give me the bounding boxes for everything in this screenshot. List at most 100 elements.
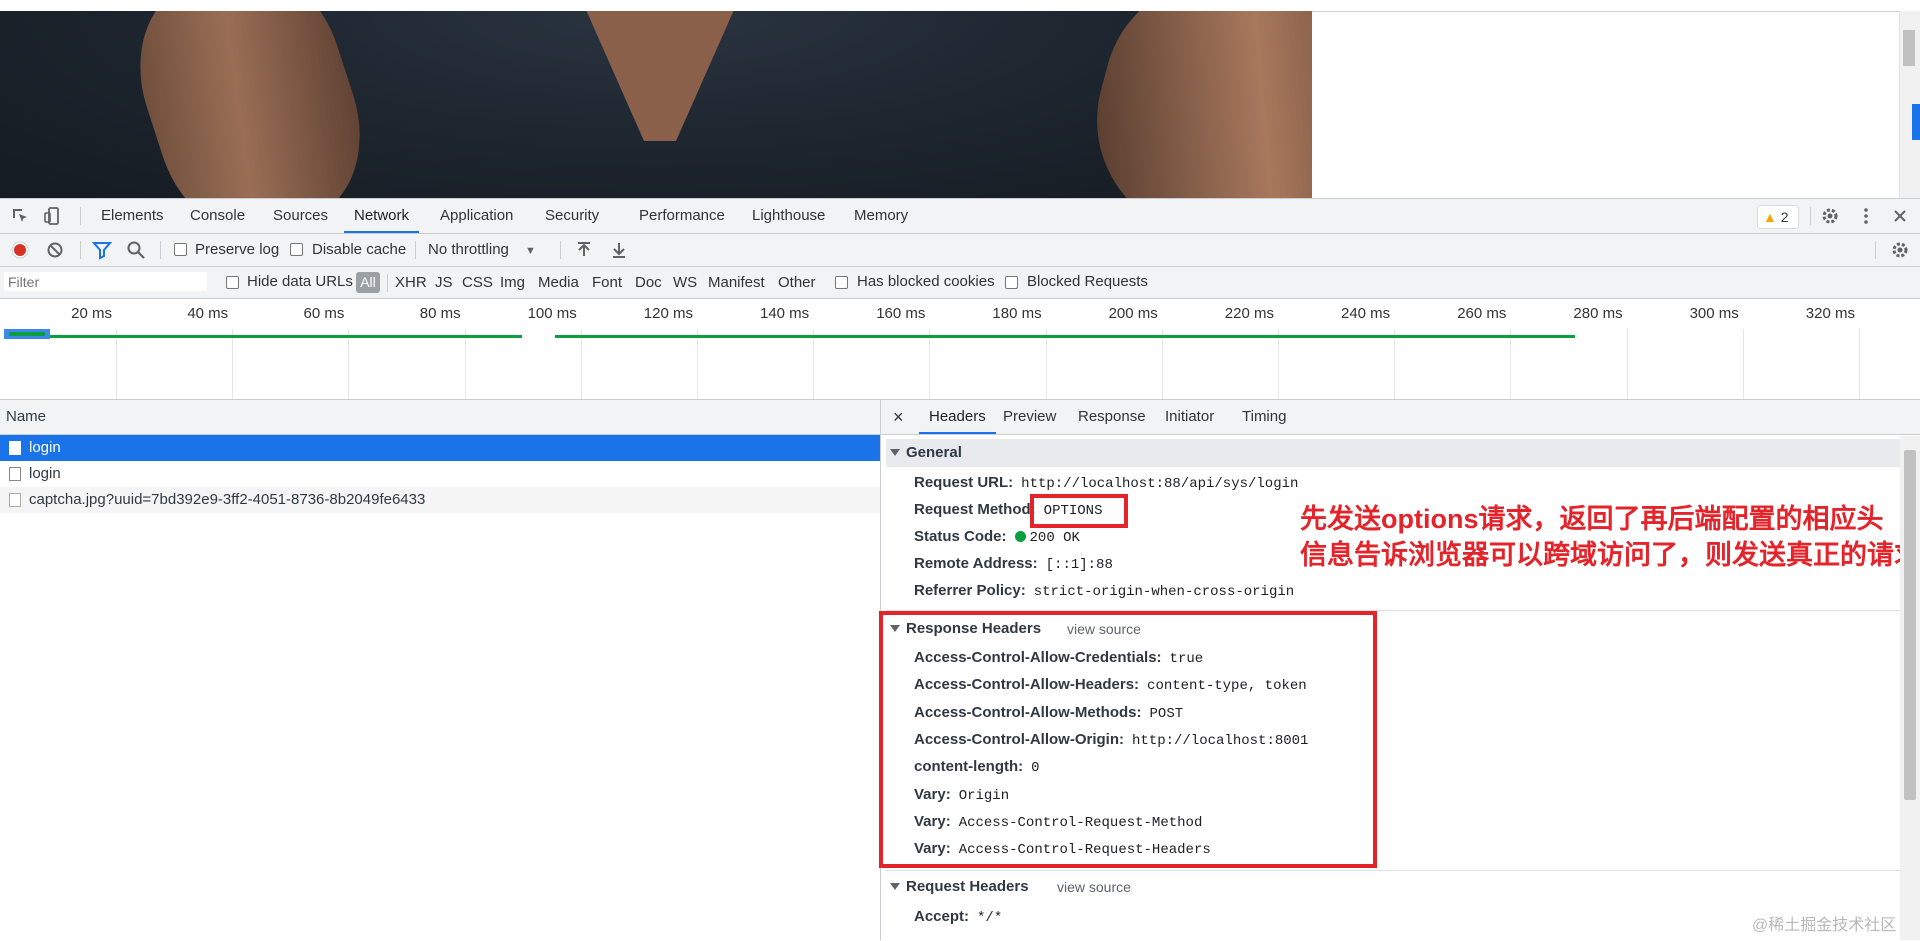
filter-input[interactable] [3, 271, 208, 292]
timeline-gridline [1510, 329, 1512, 399]
type-filter-xhr[interactable]: XHR [395, 274, 427, 291]
annotation-text-line1: 先发送options请求，返回了再后端配置的相应头 [1300, 504, 1884, 534]
tab-initiator[interactable]: Initiator [1165, 400, 1214, 434]
overview-bar [9, 332, 45, 336]
preserve-log-checkbox[interactable] [174, 243, 187, 256]
type-filter-media[interactable]: Media [538, 274, 579, 291]
timeline-gridline [1278, 329, 1279, 399]
type-filter-img[interactable]: Img [500, 274, 525, 291]
throttling-value: No throttling [428, 241, 509, 258]
header-key: Referrer Policy: [914, 582, 1026, 599]
type-filter-manifest[interactable]: Manifest [708, 274, 765, 291]
annotation-text-line2: 信息告诉浏览器可以跨域访问了，则发送真正的请求 [1300, 540, 1920, 570]
tab-headers[interactable]: Headers [919, 400, 996, 434]
tab-memory[interactable]: Memory [854, 199, 908, 233]
tab-performance[interactable]: Performance [639, 199, 725, 233]
inspect-element-icon[interactable] [10, 206, 30, 226]
export-har-icon[interactable] [609, 240, 629, 260]
timeline-gridline [1742, 329, 1744, 399]
settings-gear-icon[interactable] [1820, 206, 1840, 226]
timeline-gridline [232, 329, 234, 399]
request-headers-section-header[interactable]: Request Headers view source [886, 873, 1900, 901]
timeline-tick-label: 20 ms [71, 305, 112, 322]
network-settings-gear-icon[interactable] [1890, 240, 1910, 260]
header-key: Status Code: [914, 528, 1007, 545]
header-value: */* [977, 910, 1003, 926]
timeline-tick-label: 240 ms [1340, 305, 1391, 322]
toolbar-separator [160, 241, 161, 259]
timeline-gridline [1045, 329, 1047, 399]
tab-elements[interactable]: Elements [101, 199, 164, 233]
blocked-requests-checkbox[interactable] [1005, 276, 1018, 289]
tab-security[interactable]: Security [545, 199, 599, 233]
tab-console[interactable]: Console [190, 199, 245, 233]
tab-preview[interactable]: Preview [1003, 400, 1056, 434]
disable-cache-checkbox[interactable] [290, 243, 303, 256]
column-name-header[interactable]: Name [6, 408, 46, 425]
header-value: strict-origin-when-cross-origin [1033, 584, 1295, 600]
header-value: 200 OK [1029, 530, 1080, 546]
requests-list: login login captcha.jpg?uuid=7bd392e9-3f… [0, 435, 881, 940]
details-scroll-thumb[interactable] [1904, 450, 1916, 800]
watermark: @稀土掘金技术社区 [1752, 917, 1897, 934]
timeline-tick-label: 320 ms [1805, 305, 1855, 322]
section-divider [886, 870, 1900, 871]
timeline-gridline [697, 329, 698, 399]
timeline-gridline [348, 329, 350, 399]
view-source-link[interactable]: view source [1057, 873, 1131, 901]
timeline-gridline [1859, 329, 1860, 399]
triangle-down-icon [890, 883, 900, 890]
has-blocked-cookies-label: Has blocked cookies [857, 273, 995, 290]
type-filter-doc[interactable]: Doc [635, 274, 662, 291]
page-side-tab[interactable] [1912, 104, 1920, 140]
type-filter-other[interactable]: Other [778, 274, 816, 291]
general-section-header[interactable]: General [886, 439, 1900, 467]
document-icon [9, 441, 21, 455]
tab-sources[interactable]: Sources [273, 199, 328, 233]
type-filter-ws[interactable]: WS [673, 274, 697, 291]
timeline-gridline [1626, 329, 1628, 399]
timeline-gridline [116, 329, 117, 399]
tab-response[interactable]: Response [1078, 400, 1146, 434]
tab-application[interactable]: Application [440, 199, 513, 233]
request-row-login[interactable]: login [0, 461, 880, 487]
tab-network[interactable]: Network [344, 199, 420, 233]
request-name: login [29, 439, 61, 456]
tab-lighthouse[interactable]: Lighthouse [752, 199, 825, 233]
throttling-select[interactable]: No throttling ▼ [428, 241, 536, 258]
clear-icon[interactable] [45, 240, 65, 260]
triangle-down-icon [890, 449, 900, 456]
device-toolbar-icon[interactable] [43, 206, 63, 226]
import-har-icon[interactable] [574, 240, 594, 260]
network-overview-timeline[interactable]: 20 ms 40 ms 60 ms 80 ms 100 ms 120 ms 140 ms 16… [0, 299, 1920, 400]
timeline-gridline [1161, 329, 1163, 399]
type-filter-css[interactable]: CSS [462, 274, 493, 291]
has-blocked-cookies-checkbox[interactable] [835, 276, 848, 289]
toolbar-separator [80, 241, 81, 259]
header-value: [::1]:88 [1045, 557, 1113, 573]
close-devtools-icon[interactable] [1890, 206, 1910, 226]
type-filter-font[interactable]: Font [592, 274, 622, 291]
timeline-tick-label: 280 ms [1573, 305, 1623, 322]
header-value: http://localhost:88/api/sys/login [1021, 476, 1299, 492]
page-scroll-thumb[interactable] [1903, 30, 1915, 66]
request-row-captcha[interactable]: captcha.jpg?uuid=7bd392e9-3ff2-4051-8736… [0, 487, 880, 513]
type-filter-js[interactable]: JS [435, 274, 453, 291]
tab-timing[interactable]: Timing [1242, 400, 1286, 434]
record-icon[interactable] [10, 240, 30, 260]
document-icon [9, 467, 21, 481]
tab-separator [1810, 207, 1811, 225]
more-options-icon[interactable] [1856, 206, 1876, 226]
warnings-badge[interactable]: ▲ 2 [1757, 205, 1799, 229]
request-row-login-selected[interactable]: login [0, 435, 880, 461]
annotation-box-response-headers [879, 611, 1377, 868]
timeline-tick-label: 200 ms [1108, 305, 1158, 322]
hide-data-urls-checkbox[interactable] [226, 276, 239, 289]
warning-count: 2 [1780, 209, 1789, 225]
filter-icon[interactable] [92, 240, 112, 260]
search-icon[interactable] [126, 240, 146, 260]
blocked-requests-label: Blocked Requests [1027, 273, 1148, 290]
close-details-icon[interactable]: × [893, 400, 904, 434]
type-filter-all[interactable]: All [356, 272, 380, 293]
details-tabbar: × Headers Preview Response Initiator Tim… [881, 400, 1920, 435]
